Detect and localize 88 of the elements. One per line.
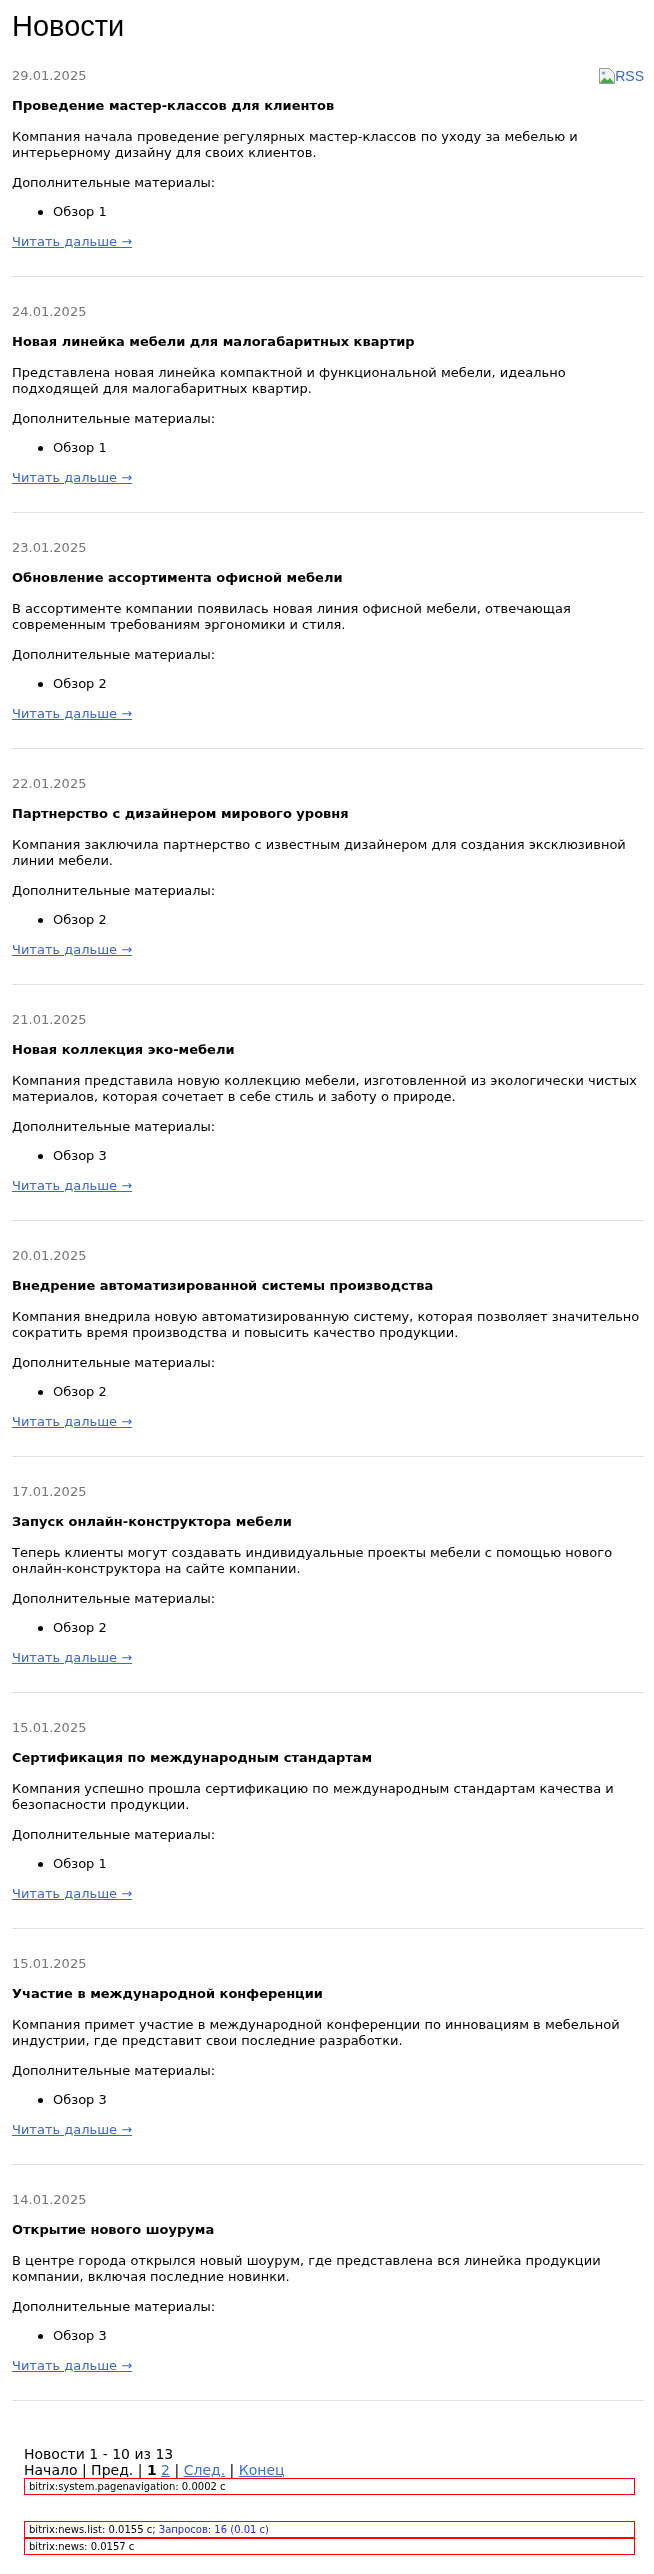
material-item: Обзор 2	[53, 912, 107, 928]
news-title: Новая линейка мебели для малогабаритных квартир	[12, 334, 416, 350]
news-description: Компания представила новую коллекцию мебели, изготовленной из экологически чистых материалов, которая сочетает в себе стиль и заботу о природе.	[12, 1073, 638, 1105]
news-date: 21.01.2025	[12, 1012, 87, 1028]
pagination-label: Начало	[24, 2462, 78, 2478]
news-title: Новая коллекция эко-мебели	[12, 1042, 236, 1058]
read-more-link[interactable]: Читать дальше →	[12, 706, 133, 722]
news-description: Теперь клиенты могут создавать индивидуальные проекты мебели с помощью нового онлайн-конструктора на сайте компании.	[12, 1545, 614, 1577]
debug-timing-text: bitrix:news.list: 0.0155 с;	[29, 2524, 156, 2535]
pagination-link[interactable]: След.	[183, 2462, 226, 2478]
nav-separator: |	[81, 2462, 87, 2478]
debug-timing-box: bitrix:news: 0.0157 с	[24, 2538, 635, 2555]
page-link[interactable]: 2	[161, 2462, 171, 2478]
news-title: Обновление ассортимента офисной мебели	[12, 570, 344, 586]
news-description: Компания внедрила новую автоматизированную систему, которая позволяет значительно сократить время производства и повысить качество продукции.	[12, 1309, 641, 1341]
current-page-number: 1	[146, 2462, 157, 2478]
read-more-link[interactable]: Читать дальше →	[12, 2358, 133, 2374]
debug-timing-box: bitrix:system.pagenavigation: 0.0002 с	[24, 2478, 635, 2495]
bullet-icon	[38, 917, 43, 923]
material-item: Обзор 1	[53, 1856, 107, 1872]
news-date: 29.01.2025	[12, 68, 87, 84]
read-more-link[interactable]: Читать дальше →	[12, 1650, 133, 1666]
read-more-link[interactable]: Читать дальше →	[12, 234, 133, 250]
material-item: Обзор 2	[53, 1384, 107, 1400]
materials-label: Дополнительные материалы:	[12, 883, 217, 899]
material-item: Обзор 3	[53, 1148, 107, 1164]
nav-separator: |	[229, 2462, 235, 2478]
news-title: Сертификация по международным стандартам	[12, 1750, 374, 1766]
news-title: Запуск онлайн-конструктора мебели	[12, 1514, 293, 1530]
materials-label: Дополнительные материалы:	[12, 2063, 217, 2079]
bullet-icon	[38, 2333, 43, 2339]
news-description: Компания примет участие в международной конференции по инновациям в мебельной индустрии, где представит свои последние разработки.	[12, 2017, 621, 2049]
read-more-link[interactable]: Читать дальше →	[12, 2122, 133, 2138]
materials-label: Дополнительные материалы:	[12, 1355, 217, 1371]
materials-label: Дополнительные материалы:	[12, 647, 217, 663]
news-title: Участие в международной конференции	[12, 1986, 324, 2002]
news-date: 15.01.2025	[12, 1720, 87, 1736]
nav-separator: |	[137, 2462, 143, 2478]
news-title: Партнерство с дизайнером мирового уровня	[12, 806, 350, 822]
news-date: 20.01.2025	[12, 1248, 87, 1264]
bullet-icon	[38, 209, 43, 215]
news-date: 23.01.2025	[12, 540, 87, 556]
news-date: 24.01.2025	[12, 304, 87, 320]
read-more-link[interactable]: Читать дальше →	[12, 1886, 133, 1902]
bullet-icon	[38, 1153, 43, 1159]
material-item: Обзор 3	[53, 2092, 107, 2108]
news-title: Проведение мастер-классов для клиентов	[12, 98, 336, 114]
news-date: 22.01.2025	[12, 776, 87, 792]
news-date: 14.01.2025	[12, 2192, 87, 2208]
news-title: Открытие нового шоурума	[12, 2222, 216, 2238]
material-item: Обзор 2	[53, 1620, 107, 1636]
news-description: Компания успешно прошла сертификацию по международным стандартам качества и безопасности продукции.	[12, 1781, 615, 1813]
materials-label: Дополнительные материалы:	[12, 411, 217, 427]
material-item: Обзор 1	[53, 440, 107, 456]
news-title: Внедрение автоматизированной системы производства	[12, 1278, 435, 1294]
news-date: 17.01.2025	[12, 1484, 87, 1500]
pagination-label: Пред.	[91, 2462, 134, 2478]
materials-label: Дополнительные материалы:	[12, 175, 217, 191]
queries-link[interactable]: Запросов: 16 (0.01 с)	[158, 2524, 269, 2535]
broken-image-icon	[599, 68, 616, 84]
news-description: В центре города открылся новый шоурум, где представлена вся линейка продукции компании, включая последние новинки.	[12, 2253, 602, 2285]
news-description: В ассортименте компании появилась новая линия офисной мебели, отвечающая современным требованиям эргономики и стиля.	[12, 601, 572, 633]
news-description: Представлена новая линейка компактной и функциональной мебели, идеально подходящей для малогабаритных квартир.	[12, 365, 567, 397]
rss-link[interactable]: RSS	[599, 68, 644, 84]
nav-separator: |	[174, 2462, 180, 2478]
materials-label: Дополнительные материалы:	[12, 1827, 217, 1843]
bullet-icon	[38, 1861, 43, 1867]
bullet-icon	[38, 445, 43, 451]
material-item: Обзор 3	[53, 2328, 107, 2344]
bullet-icon	[38, 1389, 43, 1395]
read-more-link[interactable]: Читать дальше →	[12, 1414, 133, 1430]
read-more-link[interactable]: Читать дальше →	[12, 470, 133, 486]
material-item: Обзор 2	[53, 676, 107, 692]
material-item: Обзор 1	[53, 204, 107, 220]
materials-label: Дополнительные материалы:	[12, 1119, 217, 1135]
news-date: 15.01.2025	[12, 1956, 87, 1972]
bullet-icon	[38, 2097, 43, 2103]
bullet-icon	[38, 681, 43, 687]
read-more-link[interactable]: Читать дальше →	[12, 1178, 133, 1194]
pagination-summary: Новости 1 - 10 из 13	[24, 2446, 175, 2462]
read-more-link[interactable]: Читать дальше →	[12, 942, 133, 958]
bullet-icon	[38, 1625, 43, 1631]
page-title: Новости	[12, 9, 126, 44]
materials-label: Дополнительные материалы:	[12, 1591, 217, 1607]
news-description: Компания заключила партнерство с известным дизайнером для создания эксклюзивной линии мебели.	[12, 837, 627, 869]
news-description: Компания начала проведение регулярных мастер-классов по уходу за мебелью и интерьерному дизайну для своих клиентов.	[12, 129, 579, 161]
pagination-link[interactable]: Конец	[238, 2462, 285, 2478]
materials-label: Дополнительные материалы:	[12, 2299, 217, 2315]
